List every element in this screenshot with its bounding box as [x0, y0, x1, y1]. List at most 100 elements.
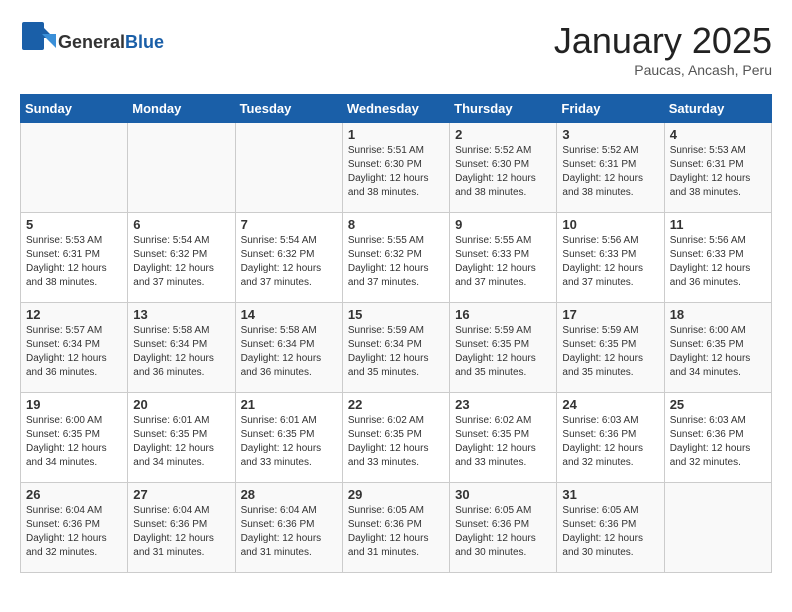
day-number: 7	[241, 217, 337, 232]
header: General Blue January 2025 Paucas, Ancash…	[20, 20, 772, 78]
day-number: 4	[670, 127, 766, 142]
day-info: Sunrise: 5:59 AM Sunset: 6:35 PM Dayligh…	[455, 324, 551, 380]
day-info: Sunrise: 6:01 AM Sunset: 6:35 PM Dayligh…	[241, 414, 337, 470]
logo-graphic	[20, 20, 56, 65]
day-cell: 23 Sunrise: 6:02 AM Sunset: 6:35 PM Dayli…	[450, 393, 557, 483]
day-info: Sunrise: 5:54 AM Sunset: 6:32 PM Dayligh…	[241, 234, 337, 290]
day-number: 15	[348, 307, 444, 322]
day-info: Sunrise: 5:52 AM Sunset: 6:30 PM Dayligh…	[455, 144, 551, 200]
day-number: 29	[348, 487, 444, 502]
day-cell: 8Sunrise: 5:55 AM Sunset: 6:32 PM Daylig…	[342, 213, 449, 303]
day-info: Sunrise: 5:51 AM Sunset: 6:30 PM Dayligh…	[348, 144, 444, 200]
day-number: 13	[133, 307, 229, 322]
title-area: January 2025 Paucas, Ancash, Peru	[554, 20, 772, 78]
day-cell: 18Sunrise: 6:00 AM Sunset: 6:35 PM Dayli…	[664, 303, 771, 393]
day-number: 20	[133, 397, 229, 412]
day-info: Sunrise: 6:04 AM Sunset: 6:36 PM Dayligh…	[26, 504, 122, 560]
day-cell: 21 Sunrise: 6:01 AM Sunset: 6:35 PM Dayli…	[235, 393, 342, 483]
day-info: Sunrise: 6:05 AM Sunset: 6:36 PM Dayligh…	[455, 504, 551, 560]
header-cell-wednesday: Wednesday	[342, 95, 449, 123]
day-cell: 20Sunrise: 6:01 AM Sunset: 6:35 PM Dayli…	[128, 393, 235, 483]
day-cell: 19 Sunrise: 6:00 AM Sunset: 6:35 PM Dayli…	[21, 393, 128, 483]
day-cell: 31 Sunrise: 6:05 AM Sunset: 6:36 PM Dayli…	[557, 483, 664, 573]
day-info: Sunrise: 6:04 AM Sunset: 6:36 PM Dayligh…	[133, 504, 229, 560]
day-info: Sunrise: 6:03 AM Sunset: 6:36 PM Dayligh…	[562, 414, 658, 470]
day-info: Sunrise: 5:55 AM Sunset: 6:33 PM Dayligh…	[455, 234, 551, 290]
logo-blue: Blue	[125, 32, 164, 53]
day-number: 1	[348, 127, 444, 142]
day-number: 24	[562, 397, 658, 412]
day-number: 11	[670, 217, 766, 232]
day-number: 27	[133, 487, 229, 502]
day-cell	[21, 123, 128, 213]
day-number: 10	[562, 217, 658, 232]
day-number: 31	[562, 487, 658, 502]
day-number: 12	[26, 307, 122, 322]
header-cell-thursday: Thursday	[450, 95, 557, 123]
week-row-3: 12Sunrise: 5:57 AM Sunset: 6:34 PM Dayli…	[21, 303, 772, 393]
day-info: Sunrise: 6:03 AM Sunset: 6:36 PM Dayligh…	[670, 414, 766, 470]
day-info: Sunrise: 5:53 AM Sunset: 6:31 PM Dayligh…	[26, 234, 122, 290]
day-info: Sunrise: 5:59 AM Sunset: 6:34 PM Dayligh…	[348, 324, 444, 380]
header-cell-sunday: Sunday	[21, 95, 128, 123]
day-cell	[664, 483, 771, 573]
header-row: SundayMondayTuesdayWednesdayThursdayFrid…	[21, 95, 772, 123]
day-number: 22	[348, 397, 444, 412]
day-cell: 16 Sunrise: 5:59 AM Sunset: 6:35 PM Dayli…	[450, 303, 557, 393]
calendar-title: January 2025	[554, 20, 772, 62]
day-info: Sunrise: 6:02 AM Sunset: 6:35 PM Dayligh…	[348, 414, 444, 470]
day-cell: 4 Sunrise: 5:53 AM Sunset: 6:31 PM Daylig…	[664, 123, 771, 213]
week-row-1: 1 Sunrise: 5:51 AM Sunset: 6:30 PM Daylig…	[21, 123, 772, 213]
day-cell: 1 Sunrise: 5:51 AM Sunset: 6:30 PM Daylig…	[342, 123, 449, 213]
day-cell: 29Sunrise: 6:05 AM Sunset: 6:36 PM Dayli…	[342, 483, 449, 573]
day-info: Sunrise: 5:58 AM Sunset: 6:34 PM Dayligh…	[241, 324, 337, 380]
day-info: Sunrise: 5:53 AM Sunset: 6:31 PM Dayligh…	[670, 144, 766, 200]
week-row-5: 26 Sunrise: 6:04 AM Sunset: 6:36 PM Dayli…	[21, 483, 772, 573]
day-number: 19	[26, 397, 122, 412]
day-cell: 5 Sunrise: 5:53 AM Sunset: 6:31 PM Daylig…	[21, 213, 128, 303]
day-cell: 26 Sunrise: 6:04 AM Sunset: 6:36 PM Dayli…	[21, 483, 128, 573]
day-info: Sunrise: 5:56 AM Sunset: 6:33 PM Dayligh…	[670, 234, 766, 290]
day-info: Sunrise: 6:00 AM Sunset: 6:35 PM Dayligh…	[26, 414, 122, 470]
day-info: Sunrise: 5:52 AM Sunset: 6:31 PM Dayligh…	[562, 144, 658, 200]
day-number: 16	[455, 307, 551, 322]
day-number: 5	[26, 217, 122, 232]
day-cell: 30 Sunrise: 6:05 AM Sunset: 6:36 PM Dayli…	[450, 483, 557, 573]
week-row-4: 19 Sunrise: 6:00 AM Sunset: 6:35 PM Dayli…	[21, 393, 772, 483]
header-cell-monday: Monday	[128, 95, 235, 123]
day-number: 9	[455, 217, 551, 232]
day-cell: 12Sunrise: 5:57 AM Sunset: 6:34 PM Dayli…	[21, 303, 128, 393]
day-cell: 13 Sunrise: 5:58 AM Sunset: 6:34 PM Dayli…	[128, 303, 235, 393]
day-cell: 11 Sunrise: 5:56 AM Sunset: 6:33 PM Dayli…	[664, 213, 771, 303]
day-cell	[235, 123, 342, 213]
day-number: 14	[241, 307, 337, 322]
day-cell: 15 Sunrise: 5:59 AM Sunset: 6:34 PM Dayli…	[342, 303, 449, 393]
day-cell: 10 Sunrise: 5:56 AM Sunset: 6:33 PM Dayli…	[557, 213, 664, 303]
day-info: Sunrise: 5:58 AM Sunset: 6:34 PM Dayligh…	[133, 324, 229, 380]
day-number: 28	[241, 487, 337, 502]
day-info: Sunrise: 6:02 AM Sunset: 6:35 PM Dayligh…	[455, 414, 551, 470]
day-cell: 14 Sunrise: 5:58 AM Sunset: 6:34 PM Dayli…	[235, 303, 342, 393]
day-number: 6	[133, 217, 229, 232]
day-number: 23	[455, 397, 551, 412]
logo: General Blue	[20, 20, 164, 65]
header-cell-tuesday: Tuesday	[235, 95, 342, 123]
day-number: 21	[241, 397, 337, 412]
day-info: Sunrise: 5:56 AM Sunset: 6:33 PM Dayligh…	[562, 234, 658, 290]
day-cell: 24 Sunrise: 6:03 AM Sunset: 6:36 PM Dayli…	[557, 393, 664, 483]
day-info: Sunrise: 6:05 AM Sunset: 6:36 PM Dayligh…	[562, 504, 658, 560]
day-info: Sunrise: 6:04 AM Sunset: 6:36 PM Dayligh…	[241, 504, 337, 560]
week-row-2: 5 Sunrise: 5:53 AM Sunset: 6:31 PM Daylig…	[21, 213, 772, 303]
day-cell	[128, 123, 235, 213]
day-cell: 22 Sunrise: 6:02 AM Sunset: 6:35 PM Dayli…	[342, 393, 449, 483]
day-number: 26	[26, 487, 122, 502]
day-cell: 28 Sunrise: 6:04 AM Sunset: 6:36 PM Dayli…	[235, 483, 342, 573]
calendar-subtitle: Paucas, Ancash, Peru	[554, 62, 772, 78]
day-cell: 27 Sunrise: 6:04 AM Sunset: 6:36 PM Dayli…	[128, 483, 235, 573]
logo-general: General	[58, 32, 125, 53]
day-info: Sunrise: 5:54 AM Sunset: 6:32 PM Dayligh…	[133, 234, 229, 290]
day-cell: 3Sunrise: 5:52 AM Sunset: 6:31 PM Daylig…	[557, 123, 664, 213]
day-cell: 9 Sunrise: 5:55 AM Sunset: 6:33 PM Daylig…	[450, 213, 557, 303]
day-number: 30	[455, 487, 551, 502]
day-info: Sunrise: 5:55 AM Sunset: 6:32 PM Dayligh…	[348, 234, 444, 290]
